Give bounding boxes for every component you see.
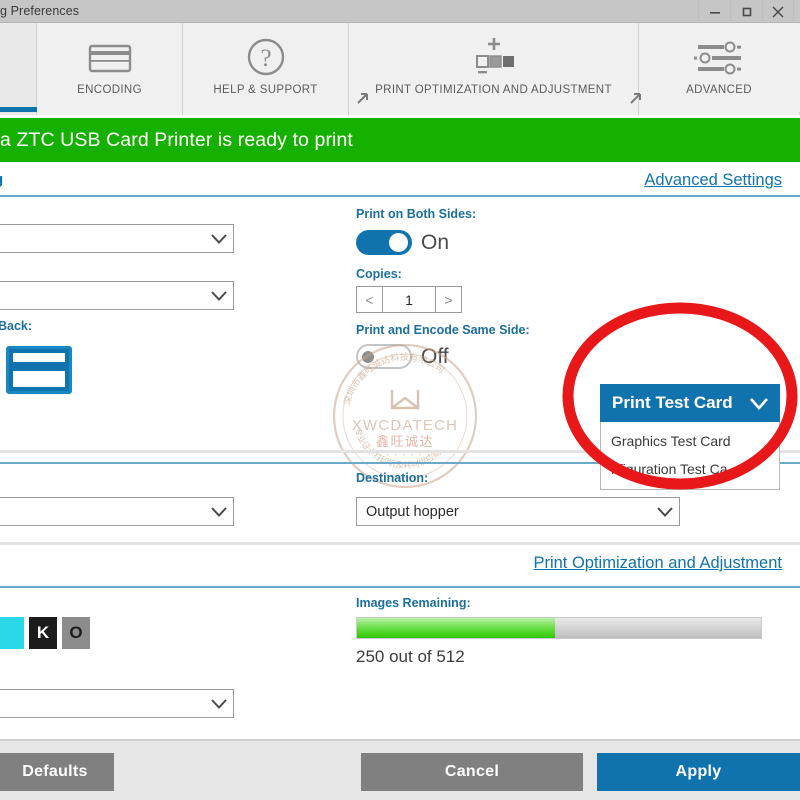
preferences-body: g Advanced Settings Back: Print on Both … [0, 162, 800, 739]
question-mark-icon: ? [244, 35, 288, 81]
progress-fill [357, 618, 555, 638]
defaults-button[interactable]: Defaults [0, 753, 114, 791]
print-and-encode-same-side-toggle[interactable]: Off [356, 344, 449, 369]
maximize-icon[interactable] [730, 0, 762, 23]
toggle-knob [389, 233, 408, 252]
divider-images-remaining [0, 586, 800, 588]
close-icon[interactable] [762, 0, 794, 23]
chevron-down-icon [651, 506, 679, 518]
print-test-card-button[interactable]: Print Test Card [600, 384, 780, 422]
destination-value: Output hopper [366, 503, 459, 520]
images-remaining-progress [356, 617, 762, 639]
expand-arrow-icon[interactable] [628, 90, 644, 111]
card-stripe-top [13, 353, 65, 362]
footer-bar: Defaults Cancel Apply [0, 739, 800, 800]
copies-stepper[interactable]: < 1 > [356, 286, 462, 313]
card-icon [86, 35, 134, 81]
print-and-encode-same-side-label: Print and Encode Same Side: [356, 323, 530, 337]
ribbon-tab-encoding[interactable]: ENCODING [37, 23, 183, 115]
print-optimization-icon [464, 35, 524, 81]
ribbon-tab-advanced[interactable]: ADVANCED [630, 23, 799, 115]
left-combo-1[interactable] [0, 224, 234, 253]
ribbon-tab-print-optimization-and-adjustment[interactable]: PRINT OPTIMIZATION AND ADJUSTMENT [349, 23, 639, 115]
title-bar: g Preferences [0, 0, 800, 23]
apply-button[interactable]: Apply [597, 753, 800, 791]
ribbon-tab-label: ENCODING [77, 84, 142, 96]
section-title: g [0, 171, 3, 188]
cancel-button[interactable]: Cancel [361, 753, 583, 791]
ribbon-panel-swatches: K O [0, 617, 95, 649]
ribbon-cartridge-combo[interactable]: ridge [0, 497, 234, 526]
printer-status-banner: a ZTC USB Card Printer is ready to print [0, 118, 800, 162]
ribbon-toolbar: ENCODING ? HELP & SUPPORT PRINT OPTIMIZA… [0, 23, 800, 115]
svg-text:?: ? [260, 45, 271, 72]
print-optimization-and-adjustment-link[interactable]: Print Optimization and Adjustment [533, 554, 782, 573]
chevron-down-icon [205, 290, 233, 302]
chevron-down-icon [205, 506, 233, 518]
svg-text:XWCDATECH: XWCDATECH [352, 417, 458, 434]
left-combo-2[interactable] [0, 281, 234, 310]
chevron-down-icon [205, 233, 233, 245]
destination-combo[interactable]: Output hopper [356, 497, 680, 526]
card-stripe-bottom [13, 371, 65, 387]
card-preview-icon [6, 346, 72, 394]
divider-top [0, 195, 800, 197]
swatch-o: O [62, 617, 90, 649]
menu-item-graphics-test-card[interactable]: Graphics Test Card [601, 427, 779, 455]
print-test-card-label: Print Test Card [612, 393, 733, 412]
chevron-down-icon [748, 396, 770, 411]
expand-arrow-icon[interactable] [355, 90, 371, 111]
toggle-switch-on[interactable] [356, 230, 412, 255]
ribbon-tab-label: PRINT OPTIMIZATION AND ADJUSTMENT [375, 84, 612, 96]
print-on-both-sides-state: On [421, 230, 450, 254]
toggle-switch-off[interactable] [356, 344, 412, 369]
ribbon-tab-active-partial[interactable] [0, 23, 37, 115]
images-remaining-caption: 250 out of 512 [356, 647, 465, 666]
copies-value[interactable]: 1 [383, 287, 435, 312]
front-back-panel-value: nt / K Back [0, 696, 205, 712]
svg-text:鑫旺诚达: 鑫旺诚达 [376, 434, 434, 449]
swatch-k: K [29, 617, 57, 649]
copies-increment-button[interactable]: > [435, 287, 461, 312]
ribbon-tab-label: HELP & SUPPORT [213, 84, 318, 96]
menu-item-configuration-test-card[interactable]: nfiguration Test Ca [601, 455, 779, 483]
chevron-down-icon [205, 698, 233, 710]
advanced-settings-link[interactable]: Advanced Settings [644, 171, 782, 190]
ribbon-tab-label: ADVANCED [686, 84, 752, 96]
print-test-card-dropdown[interactable]: Print Test Card Graphics Test Card nfigu… [600, 384, 780, 490]
print-on-both-sides-label: Print on Both Sides: [356, 207, 477, 221]
ribbon-cartridge-value: ridge [0, 504, 205, 520]
destination-label: Destination: [356, 471, 429, 485]
print-and-encode-same-side-state: Off [421, 344, 449, 368]
copies-label: Copies: [356, 267, 402, 281]
back-side-label: Back: [0, 319, 33, 333]
minimize-icon[interactable] [698, 0, 730, 23]
active-tab-indicator [0, 107, 37, 112]
svg-text:• • • • • • •: • • • • • • • [378, 453, 431, 459]
sliders-icon [690, 35, 748, 81]
front-back-panel-combo[interactable]: nt / K Back [0, 689, 234, 718]
divider-grey-2 [0, 542, 800, 545]
images-remaining-label: Images Remaining: [356, 596, 471, 610]
window-title: g Preferences [0, 4, 80, 18]
toggle-knob [362, 350, 374, 363]
print-test-card-menu: Graphics Test Card nfiguration Test Ca [600, 422, 780, 490]
copies-decrement-button[interactable]: < [357, 287, 383, 312]
printer-status-text: a ZTC USB Card Printer is ready to print [0, 128, 353, 151]
window-controls [698, 0, 794, 23]
ribbon-tab-help-and-support[interactable]: ? HELP & SUPPORT [183, 23, 349, 115]
print-on-both-sides-toggle[interactable]: On [356, 230, 449, 255]
swatch-cyan [0, 617, 24, 649]
printing-preferences-window: g Preferences ENCODING ? HELP & SUPPORT … [0, 0, 800, 800]
